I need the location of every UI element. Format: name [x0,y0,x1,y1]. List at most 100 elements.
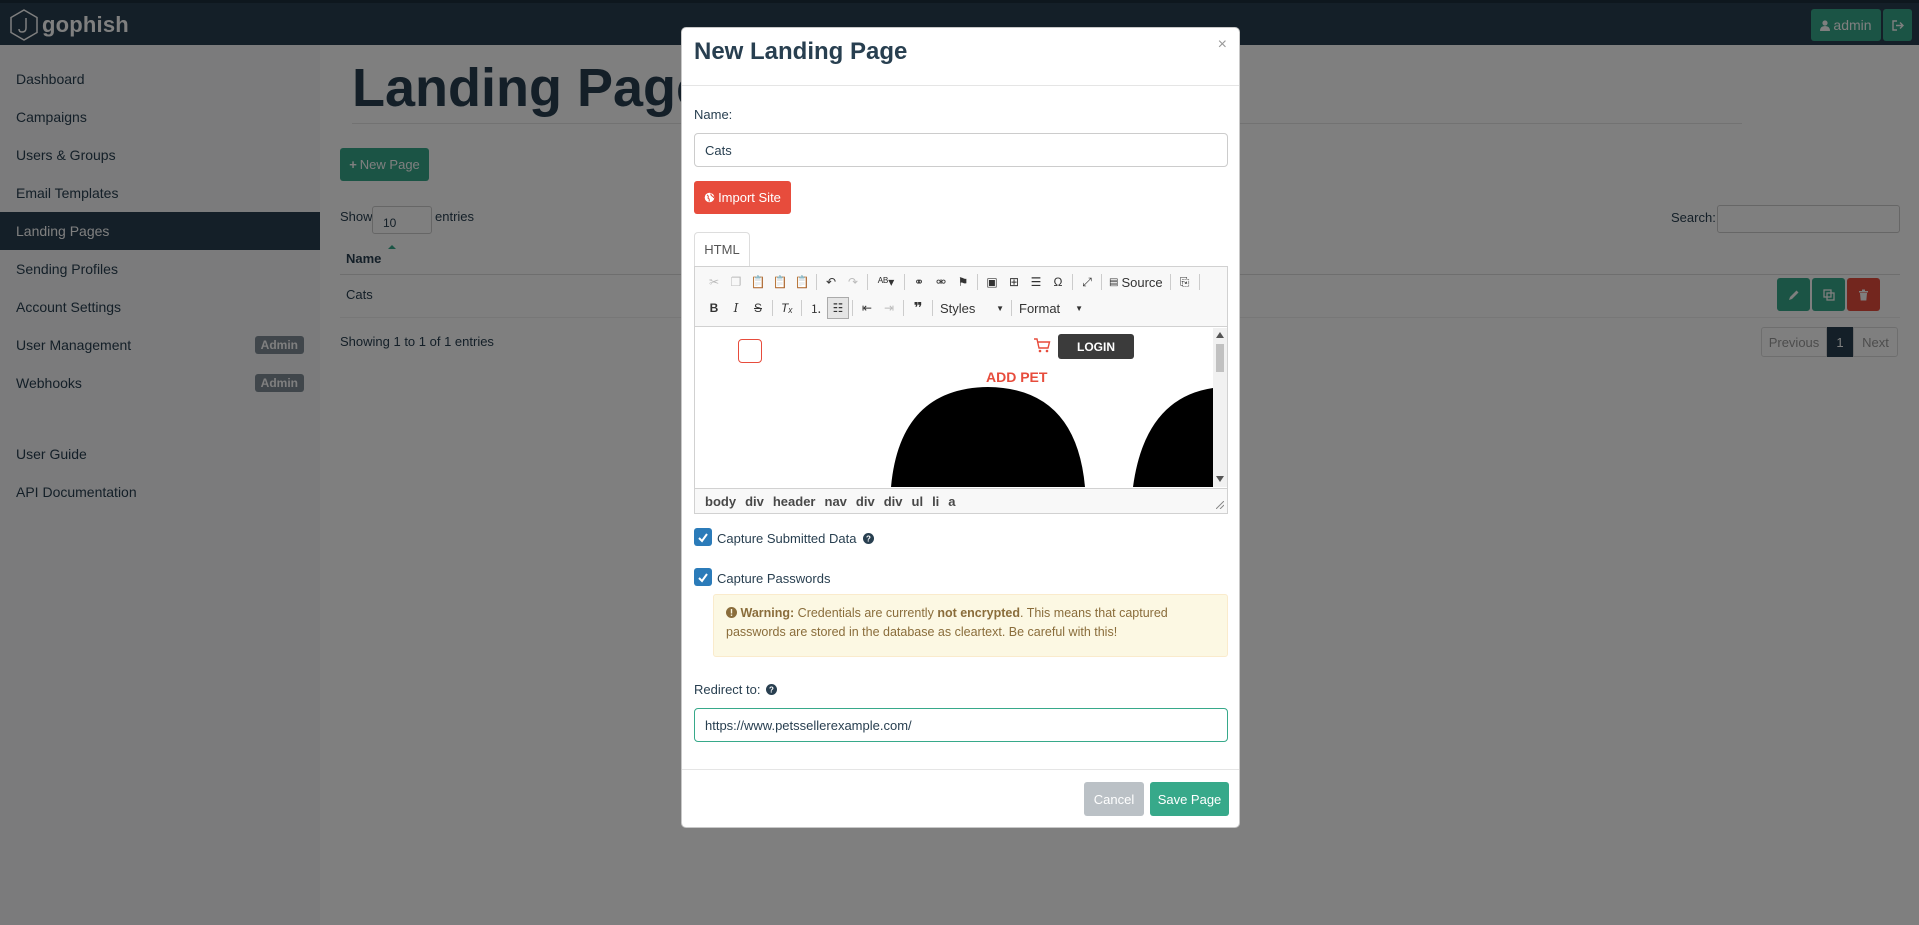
toolbar-separator [816,274,817,290]
bold-icon[interactable]: B [703,297,725,319]
redirect-url-input[interactable]: https://www.petssellerexample.com/ [694,708,1228,742]
bulleted-list-icon[interactable]: ☷ [827,297,849,319]
checkmark-icon [698,573,708,583]
horizontal-line-icon[interactable]: ☰ [1025,271,1047,293]
name-input-value: Cats [705,142,732,158]
warning-text-1: Credentials are currently [794,606,938,620]
globe-icon [704,192,715,203]
exclamation-circle-icon [726,607,737,618]
save-page-label: Save Page [1157,791,1222,807]
tab-html[interactable]: HTML [694,232,750,267]
outdent-icon[interactable]: ⇤ [856,297,878,319]
toolbar-separator [867,274,868,290]
path-item[interactable]: ul [912,494,924,509]
path-item[interactable]: a [948,494,955,509]
toolbar-separator [932,300,933,316]
capture-passwords-label: Capture Passwords [717,571,831,586]
toolbar-separator [977,274,978,290]
strikethrough-icon[interactable]: S [747,297,769,319]
capture-submitted-text: Capture Submitted Data [717,531,857,546]
warning-prefix: Warning: [740,606,795,620]
link-icon[interactable]: ⚭ [908,271,930,293]
html-editor: ✂ ❐ 📋 📋 📋 ↶ ↷ ᴬᴮ▾ ⚭ ⚮ ⚑ ▣ ⊞ ☰ Ω ⤢ ▤ Sour… [694,266,1228,514]
toolbar-separator [904,274,905,290]
toolbar-separator [1169,274,1171,290]
name-label: Name: [694,107,733,122]
path-item[interactable]: nav [825,494,847,509]
capture-submitted-checkbox[interactable] [694,528,712,546]
special-character-icon[interactable]: Ω [1047,271,1069,293]
path-item[interactable]: div [856,494,875,509]
preview-image-shapes [891,387,1213,487]
unlink-icon[interactable]: ⚮ [930,271,952,293]
close-icon[interactable]: × [1218,36,1227,54]
path-item[interactable]: li [932,494,939,509]
question-circle-icon[interactable]: ? [863,533,875,544]
question-circle-icon[interactable]: ? [766,684,778,695]
source-icon: ▤ [1109,276,1119,288]
chevron-down-icon: ▼ [996,303,1004,313]
toolbar-separator [903,300,904,316]
toolbar-separator [852,300,853,316]
format-dropdown[interactable]: Format ▼ [1015,297,1087,319]
undo-icon[interactable]: ↶ [820,271,842,293]
italic-icon[interactable]: I [725,297,747,319]
redirect-label-text: Redirect to: [694,682,761,697]
toolbar-separator [801,300,802,316]
remove-format-icon[interactable]: Tₓ [776,297,798,319]
tab-html-label: HTML [704,242,740,257]
toolbar-separator [1011,300,1012,316]
format-label: Format [1019,300,1061,316]
redirect-url-value: https://www.petssellerexample.com/ [705,717,912,733]
paste-text-icon[interactable]: 📋 [769,271,791,293]
anchor-icon[interactable]: ⚑ [952,271,974,293]
toolbar-separator [772,300,773,316]
cancel-button[interactable]: Cancel [1084,782,1144,816]
scroll-up-arrow-icon[interactable] [1216,332,1224,338]
source-button[interactable]: ▤ Source [1105,271,1167,293]
import-site-button[interactable]: Import Site [694,181,791,214]
image-icon[interactable]: ▣ [981,271,1003,293]
copy-text-icon[interactable]: ❐ [725,271,747,293]
cancel-label: Cancel [1093,791,1135,807]
editor-scrollbar[interactable] [1213,328,1227,487]
path-item[interactable]: div [745,494,764,509]
capture-passwords-checkbox[interactable] [694,568,712,586]
new-landing-page-modal: New Landing Page × Name: Cats Import Sit… [681,27,1240,828]
toolbar-separator [1101,274,1102,290]
styles-label: Styles [940,300,976,316]
source-label: Source [1121,274,1163,290]
indent-icon[interactable]: ⇥ [878,297,900,319]
styles-dropdown[interactable]: Styles ▼ [936,297,1008,319]
checkmark-icon [698,533,708,543]
spellcheck-icon[interactable]: ᴬᴮ▾ [871,271,901,293]
scroll-down-arrow-icon[interactable] [1216,476,1224,482]
modal-title: New Landing Page [694,38,908,65]
path-item[interactable]: header [773,494,816,509]
warning-bold-text: not encrypted [937,606,1020,620]
paste-word-icon[interactable]: 📋 [791,271,813,293]
maximize-icon[interactable]: ⤢ [1076,271,1098,293]
editor-content-area[interactable]: LOGIN ADD PET [695,328,1213,487]
name-input[interactable]: Cats [694,133,1228,167]
toolbar-row-1: ✂ ❐ 📋 📋 📋 ↶ ↷ ᴬᴮ▾ ⚭ ⚮ ⚑ ▣ ⊞ ☰ Ω ⤢ ▤ Sour… [703,270,1203,294]
element-path-bar: body div header nav div div ul li a [695,488,1227,513]
paste-icon[interactable]: 📋 [747,271,769,293]
path-item[interactable]: div [884,494,903,509]
redirect-label: Redirect to: ? [694,682,778,697]
cut-icon[interactable]: ✂ [703,271,725,293]
blockquote-icon[interactable]: ❞ [907,297,929,319]
modal-footer-divider [682,769,1239,770]
modal-header-divider [682,85,1239,86]
preview-icon[interactable]: ⎘ [1174,271,1196,293]
path-item[interactable]: body [705,494,736,509]
table-icon[interactable]: ⊞ [1003,271,1025,293]
chevron-down-icon: ▼ [1075,303,1083,313]
resize-handle-icon[interactable] [1216,501,1224,509]
numbered-list-icon[interactable]: ⒈ [805,297,827,319]
editor-scrollbar-thumb[interactable] [1216,344,1224,372]
password-warning-alert: Warning: Credentials are currently not e… [713,594,1228,657]
redo-icon[interactable]: ↷ [842,271,864,293]
toolbar-separator [1072,274,1073,290]
save-page-button[interactable]: Save Page [1150,782,1229,816]
